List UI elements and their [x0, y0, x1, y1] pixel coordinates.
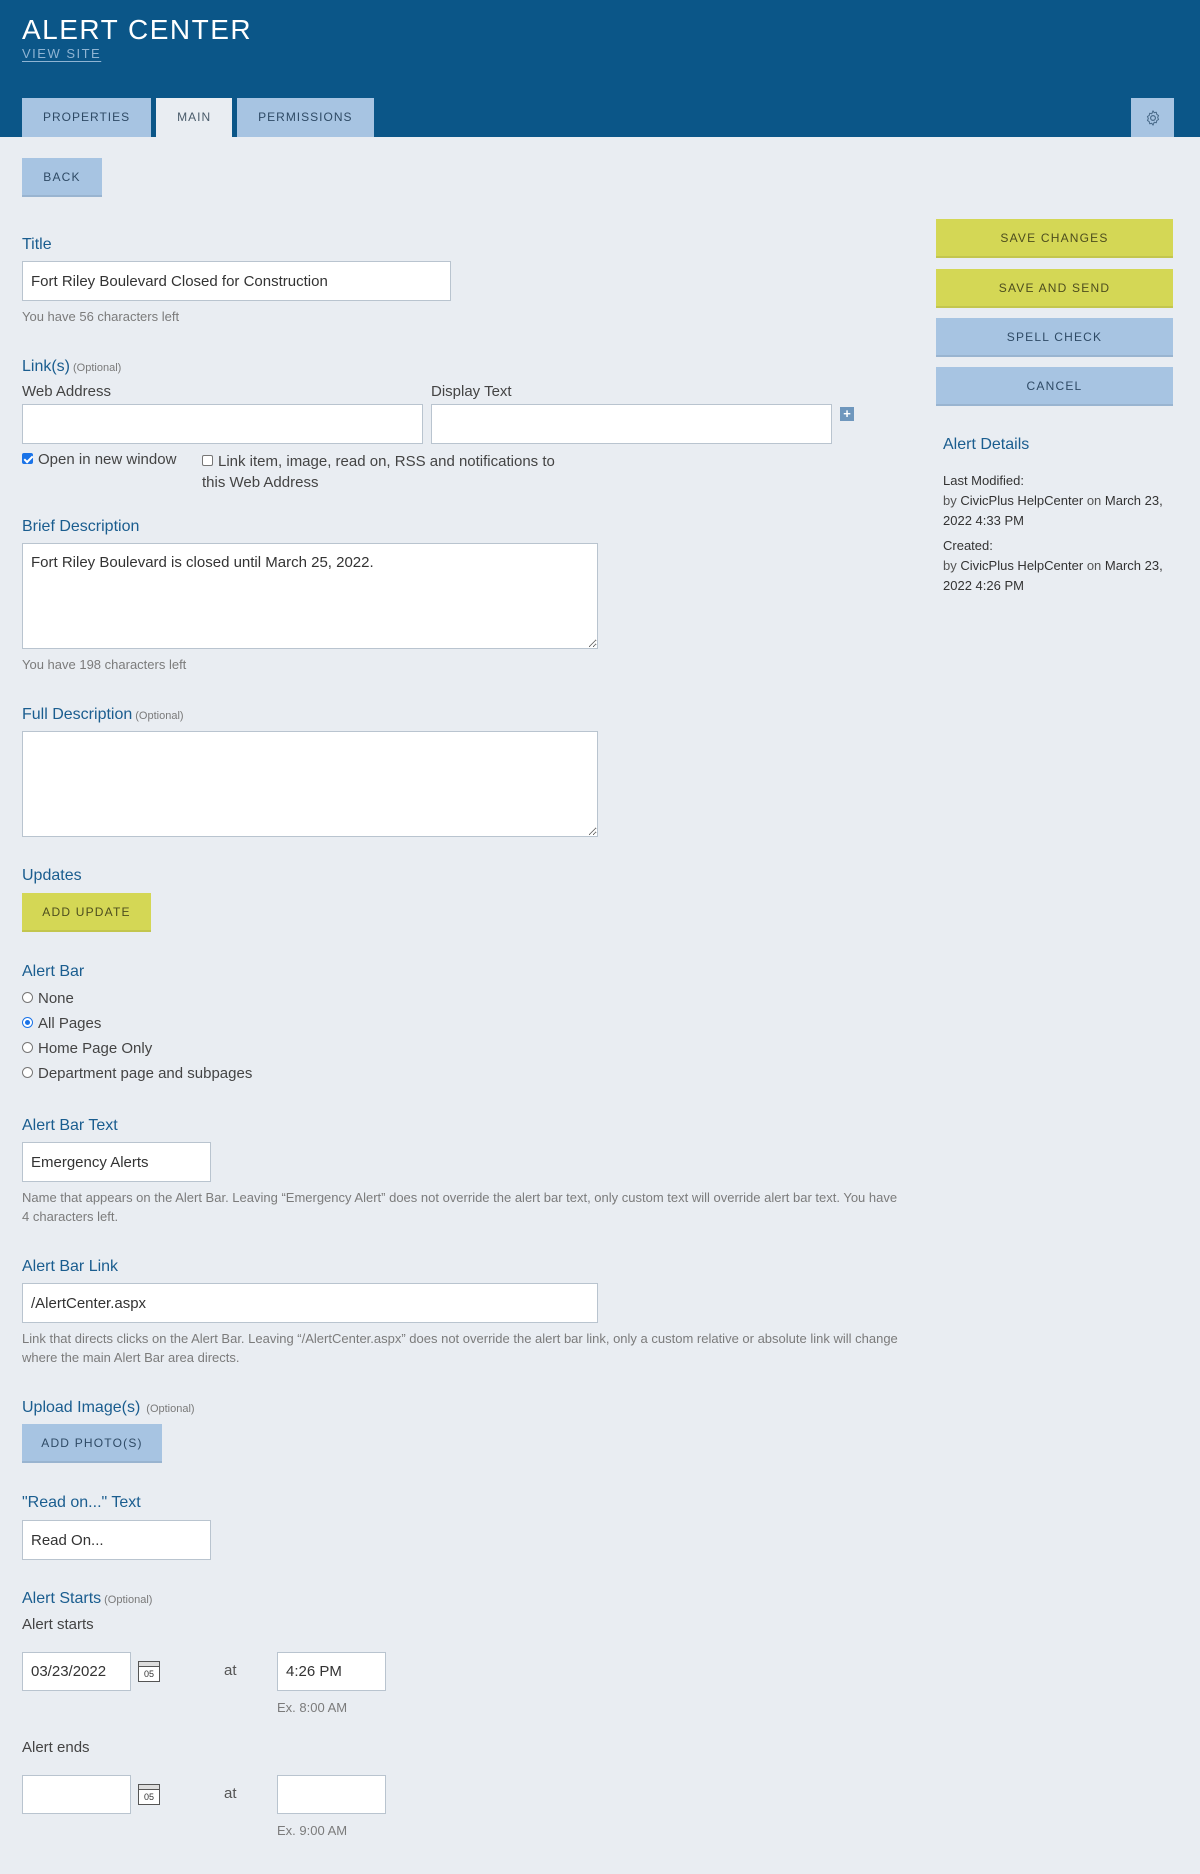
- links-label: Link(s) (Optional): [22, 358, 121, 376]
- alert-bar-link-help: Link that directs clicks on the Alert Ba…: [22, 1331, 898, 1365]
- plus-icon[interactable]: +: [840, 407, 854, 421]
- links-label-text: Link(s): [22, 358, 71, 375]
- title-input[interactable]: Fort Riley Boulevard Closed for Construc…: [22, 261, 451, 301]
- read-on-label: "Read on..." Text: [22, 1494, 141, 1511]
- alert-bar-text-label: Alert Bar Text: [22, 1117, 118, 1134]
- radio-home-page-label: Home Page Only: [38, 1040, 153, 1057]
- read-on-input[interactable]: Read On...: [22, 1520, 211, 1560]
- tab-main[interactable]: MAIN: [156, 98, 233, 137]
- brief-description-textarea[interactable]: Fort Riley Boulevard is closed until Mar…: [22, 543, 598, 649]
- end-time-input[interactable]: [277, 1775, 386, 1814]
- alert-bar-option-department[interactable]: Department page and subpages: [22, 1065, 252, 1082]
- updates-label: Updates: [22, 867, 82, 884]
- end-time-example: Ex. 9:00 AM: [277, 1823, 348, 1838]
- open-new-window-option[interactable]: Open in new window: [22, 451, 176, 468]
- radio-all-pages[interactable]: [22, 1016, 33, 1028]
- calendar-icon[interactable]: 05: [138, 1784, 160, 1805]
- optional-tag: (Optional): [104, 1594, 153, 1606]
- full-description-textarea[interactable]: [22, 731, 598, 837]
- save-and-send-button[interactable]: SAVE AND SEND: [936, 269, 1173, 308]
- title-label: Title: [22, 236, 52, 253]
- by-prefix: by: [943, 493, 957, 508]
- last-modified-info: Last Modified: by CivicPlus HelpCenter o…: [943, 471, 1178, 531]
- alert-details-title: Alert Details: [943, 436, 1030, 453]
- optional-tag: (Optional): [146, 1403, 195, 1415]
- view-site-link[interactable]: VIEW SITE: [22, 46, 101, 61]
- calendar-icon[interactable]: 05: [138, 1661, 160, 1682]
- alert-bar-text-help: Name that appears on the Alert Bar. Leav…: [22, 1190, 898, 1224]
- upload-images-label: Upload Image(s) (Optional): [22, 1399, 195, 1417]
- alert-ends-sublabel: Alert ends: [22, 1739, 90, 1756]
- by-prefix: by: [943, 558, 957, 573]
- radio-home-page[interactable]: [22, 1041, 33, 1053]
- web-address-label: Web Address: [22, 383, 111, 400]
- cancel-button[interactable]: CANCEL: [936, 367, 1173, 406]
- gear-icon: [1146, 109, 1159, 126]
- link-item-option[interactable]: Link item, image, read on, RSS and notif…: [202, 451, 572, 493]
- optional-tag: (Optional): [135, 710, 184, 722]
- last-modified-label: Last Modified:: [943, 473, 1024, 488]
- add-update-button[interactable]: ADD UPDATE: [22, 893, 151, 932]
- alert-bar-option-home-page[interactable]: Home Page Only: [22, 1040, 152, 1057]
- optional-tag: (Optional): [73, 362, 122, 374]
- alert-bar-label: Alert Bar: [22, 963, 85, 980]
- at-label: at: [224, 1785, 237, 1802]
- last-modified-user: CivicPlus HelpCenter: [960, 493, 1084, 508]
- alert-bar-text-input[interactable]: Emergency Alerts: [22, 1142, 211, 1182]
- alert-starts-sublabel: Alert starts: [22, 1616, 94, 1633]
- web-address-input[interactable]: [22, 404, 423, 444]
- created-user: CivicPlus HelpCenter: [960, 558, 1084, 573]
- open-new-window-checkbox[interactable]: [22, 452, 33, 464]
- full-description-label: Full Description (Optional): [22, 706, 184, 724]
- upload-images-label-text: Upload Image(s): [22, 1399, 141, 1416]
- link-item-checkbox[interactable]: [202, 454, 213, 466]
- radio-all-pages-label: All Pages: [38, 1015, 102, 1032]
- open-new-window-label: Open in new window: [38, 451, 177, 468]
- settings-button[interactable]: [1131, 98, 1174, 137]
- alert-bar-option-none[interactable]: None: [22, 990, 74, 1007]
- start-date-input[interactable]: 03/23/2022: [22, 1652, 131, 1691]
- back-button[interactable]: BACK: [22, 158, 102, 197]
- on-word: on: [1086, 558, 1102, 573]
- alert-bar-link-label: Alert Bar Link: [22, 1258, 119, 1275]
- alert-bar-link-input[interactable]: /AlertCenter.aspx: [22, 1283, 598, 1323]
- display-text-label: Display Text: [431, 383, 512, 400]
- spell-check-button[interactable]: SPELL CHECK: [936, 318, 1173, 357]
- tab-bar: PROPERTIES MAIN PERMISSIONS: [22, 98, 374, 137]
- header-bar: ALERT CENTER VIEW SITE PROPERTIES MAIN P…: [0, 0, 1200, 137]
- brief-description-help: You have 198 characters left: [22, 657, 187, 672]
- created-label: Created:: [943, 538, 993, 553]
- display-text-input[interactable]: [431, 404, 832, 444]
- alert-starts-label-text: Alert Starts: [22, 1590, 102, 1607]
- at-label: at: [224, 1662, 237, 1679]
- alert-starts-label: Alert Starts (Optional): [22, 1590, 152, 1608]
- brief-description-label: Brief Description: [22, 518, 140, 535]
- add-photos-button[interactable]: ADD PHOTO(S): [22, 1424, 162, 1463]
- start-time-input[interactable]: 4:26 PM: [277, 1652, 386, 1691]
- link-item-label: Link item, image, read on, RSS and notif…: [202, 453, 555, 491]
- tab-permissions[interactable]: PERMISSIONS: [237, 98, 374, 137]
- radio-none-label: None: [38, 990, 74, 1007]
- created-info: Created: by CivicPlus HelpCenter on Marc…: [943, 536, 1178, 596]
- title-help: You have 56 characters left: [22, 309, 180, 324]
- radio-department[interactable]: [22, 1066, 33, 1078]
- tab-properties[interactable]: PROPERTIES: [22, 98, 152, 137]
- end-date-input[interactable]: [22, 1775, 131, 1814]
- page-title: ALERT CENTER: [22, 14, 253, 45]
- alert-bar-option-all-pages[interactable]: All Pages: [22, 1015, 101, 1032]
- start-time-example: Ex. 8:00 AM: [277, 1700, 348, 1715]
- on-word: on: [1086, 493, 1102, 508]
- save-changes-button[interactable]: SAVE CHANGES: [936, 219, 1173, 258]
- radio-department-label: Department page and subpages: [38, 1065, 253, 1082]
- radio-none[interactable]: [22, 991, 33, 1003]
- full-description-label-text: Full Description: [22, 706, 133, 723]
